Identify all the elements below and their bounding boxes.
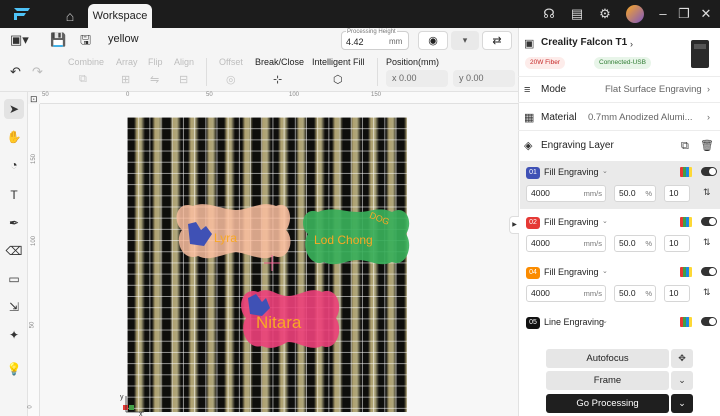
settings-sliders-icon[interactable]: ⇅ — [703, 187, 711, 198]
delete-icon[interactable]: 🗑 — [700, 138, 714, 154]
tag-label: Lyra — [214, 231, 237, 245]
layer-name: Fill Engraving — [544, 267, 599, 277]
palette-icon[interactable] — [680, 267, 692, 277]
device-icon: ▣ — [524, 38, 535, 50]
settings-sliders-icon[interactable]: ⇅ — [703, 287, 711, 298]
autofocus-button[interactable]: Autofocus — [546, 349, 669, 368]
layer-number: 01 — [526, 167, 540, 179]
passes-input[interactable]: 10 — [664, 235, 690, 252]
layer-name: Fill Engraving — [544, 167, 599, 177]
speed-input[interactable]: 4000 mm/s — [526, 185, 606, 202]
layer-toggle[interactable] — [701, 267, 717, 276]
mode-label: Mode — [541, 84, 567, 95]
axis-x-label: x — [139, 411, 143, 416]
passes-input[interactable]: 10 — [664, 285, 690, 302]
status-badge: Connected-USB — [594, 57, 651, 69]
material-value[interactable]: 0.7mm Anodized Alumi... — [588, 112, 693, 123]
chevron-down-icon[interactable]: ⌄ — [671, 394, 693, 413]
mode-icon: ≡ — [524, 84, 531, 96]
frame-button[interactable]: Frame — [546, 371, 669, 390]
chevron-down-icon[interactable]: ⌄ — [602, 167, 608, 175]
device-image — [691, 40, 709, 68]
layers-icon: ◈ — [524, 140, 533, 152]
material-label: Material — [541, 112, 577, 123]
axis-y-label: y — [120, 394, 124, 401]
chevron-right-icon[interactable]: › — [707, 112, 710, 122]
power-input[interactable]: 50.0% — [614, 235, 656, 252]
chevron-down-icon[interactable]: ⌄ — [671, 371, 693, 390]
layer-toggle[interactable] — [701, 317, 717, 326]
tag-label: Lod Chong — [314, 233, 373, 247]
chevron-down-icon[interactable]: ⌄ — [602, 267, 608, 275]
layer-number: 05 — [526, 317, 540, 329]
layer-row[interactable]: 01 Fill Engraving ⌄ 4000 mm/s 50.0% 10 ⇅ — [520, 161, 720, 209]
go-processing-button[interactable]: Go Processing — [546, 394, 669, 413]
move-icon[interactable]: ✥ — [671, 349, 693, 368]
layer-title: Engraving Layer — [541, 140, 614, 151]
device-name[interactable]: Creality Falcon T1 — [541, 37, 627, 48]
chevron-down-icon[interactable]: ⌄ — [602, 317, 608, 325]
material-icon: ▦ — [524, 112, 535, 124]
chevron-right-icon[interactable]: › — [630, 36, 633, 52]
layer-toggle[interactable] — [701, 167, 717, 176]
layer-name: Line Engraving — [544, 317, 605, 327]
tag-lyra[interactable]: Lyra — [176, 204, 291, 259]
speed-input[interactable]: 4000 mm/s — [526, 285, 606, 302]
copy-layer-icon[interactable]: ⧉ — [681, 138, 689, 154]
mode-value[interactable]: Flat Surface Engraving — [605, 84, 702, 95]
layer-name: Fill Engraving — [544, 217, 599, 227]
collapse-panel-button[interactable]: ▶ — [509, 216, 519, 234]
layer-row[interactable]: 02 Fill Engraving ⌄ 4000 mm/s 50.0% 10 ⇅ — [520, 211, 720, 259]
divider — [518, 76, 720, 77]
origin-icon — [123, 396, 144, 413]
chevron-down-icon[interactable]: ⌄ — [602, 217, 608, 225]
tag-lod-chong[interactable]: Lod Chong DOG — [303, 209, 410, 265]
layer-number: 04 — [526, 267, 540, 279]
layer-row[interactable]: 04 Fill Engraving ⌄ 4000 mm/s 50.0% 10 ⇅ — [520, 261, 720, 309]
divider — [518, 102, 720, 103]
settings-sliders-icon[interactable]: ⇅ — [703, 237, 711, 248]
palette-icon[interactable] — [680, 217, 692, 227]
palette-icon[interactable] — [680, 317, 692, 327]
power-input[interactable]: 50.0% — [614, 285, 656, 302]
divider — [518, 130, 720, 131]
layer-row[interactable]: 05 Line Engraving ⌄ — [520, 311, 720, 341]
layer-number: 02 — [526, 217, 540, 229]
power-input[interactable]: 50.0% — [614, 185, 656, 202]
passes-input[interactable]: 10 — [664, 185, 690, 202]
palette-icon[interactable] — [680, 167, 692, 177]
speed-input[interactable]: 4000 mm/s — [526, 235, 606, 252]
tag-label: Nitara — [256, 313, 302, 332]
laser-badge: 20W Fiber — [525, 57, 565, 69]
chevron-right-icon[interactable]: › — [707, 84, 710, 94]
layer-toggle[interactable] — [701, 217, 717, 226]
tag-nitara[interactable]: Nitara — [241, 290, 340, 348]
